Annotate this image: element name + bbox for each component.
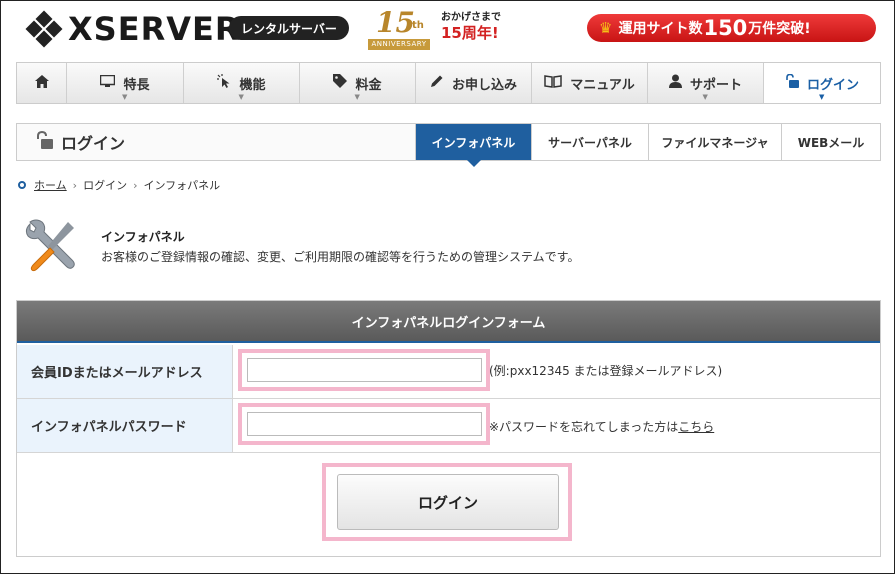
xserver-logo[interactable]: XSERVER <box>25 10 241 48</box>
chevron-down-icon: ▼ <box>819 93 825 101</box>
id-field-highlight <box>238 349 490 391</box>
login-button[interactable]: ログイン <box>337 474 559 530</box>
login-form: インフォパネルログインフォーム 会員IDまたはメールアドレス (例:pxx123… <box>16 300 881 557</box>
breadcrumb-dot-icon <box>18 181 26 189</box>
tag-icon <box>333 74 348 92</box>
forgot-password-text: ※パスワードを忘れてしまった方は <box>489 420 679 434</box>
logo-mark-icon <box>25 10 63 48</box>
login-subnav: ログイン インフォパネル サーバーパネル ファイルマネージャ WEBメール <box>16 123 881 167</box>
form-heading: インフォパネルログインフォーム <box>17 301 880 343</box>
nav-label: 特長 <box>123 77 150 93</box>
anniversary-badge: 15 th ANNIVERSARY <box>366 6 432 52</box>
form-row-id: 会員IDまたはメールアドレス (例:pxx12345 または登録メールアドレス) <box>17 345 880 399</box>
click-icon <box>217 74 231 92</box>
chevron-down-icon: ▼ <box>702 93 708 101</box>
nav-item-functions[interactable]: 機能 ▼ <box>184 63 300 103</box>
chevron-down-icon: ▼ <box>122 93 128 101</box>
forgot-password-note: ※パスワードを忘れてしまった方はこちら <box>489 418 714 435</box>
tab-file-manager[interactable]: ファイルマネージャ <box>648 124 781 160</box>
breadcrumb-home-link[interactable]: ホーム <box>34 177 67 193</box>
pencil-icon <box>430 74 444 92</box>
nav-label: 機能 <box>239 77 266 93</box>
rental-server-badge: レンタルサーバー <box>229 16 349 40</box>
subnav-tabs: インフォパネル サーバーパネル ファイルマネージャ WEBメール <box>415 124 880 167</box>
login-button-highlight: ログイン <box>322 463 572 541</box>
breadcrumb: ホーム › ログイン › インフォパネル <box>18 177 220 193</box>
user-icon <box>668 74 682 92</box>
padlock-icon <box>35 130 53 154</box>
thanks-message: おかげさまで 15周年! <box>441 11 505 42</box>
nav-item-apply[interactable]: お申し込み <box>416 63 532 103</box>
chevron-down-icon: ▼ <box>354 93 360 101</box>
nav-item-login[interactable]: ログイン ▼ <box>764 63 880 103</box>
nav-label: 料金 <box>355 77 382 93</box>
nav-item-features[interactable]: 特長 ▼ <box>67 63 184 103</box>
promo-banner[interactable]: ♛ 運用サイト数 150 万件突破! <box>587 14 876 42</box>
promo-prefix: 運用サイト数 <box>618 21 703 37</box>
promo-number: 150 <box>703 16 748 40</box>
member-id-input[interactable] <box>247 358 482 382</box>
nav-item-home[interactable] <box>17 63 67 103</box>
nav-label: マニュアル <box>570 77 635 93</box>
thanks-big-text: 15周年! <box>441 24 499 42</box>
nav-item-support[interactable]: サポート ▼ <box>648 63 764 103</box>
logo-text: XSERVER <box>68 10 241 48</box>
promo-suffix: 万件突破! <box>748 21 811 37</box>
site-header: XSERVER レンタルサーバー 15 th ANNIVERSARY おかげさま… <box>0 0 893 58</box>
intro-description: お客様のご登録情報の確認、変更、ご利用期限の確認等を行うための管理システムです。 <box>101 250 580 264</box>
nav-item-manual[interactable]: マニュアル <box>532 63 648 103</box>
breadcrumb-login: ログイン <box>83 179 128 192</box>
tools-icon <box>22 218 78 274</box>
subnav-title: ログイン <box>35 124 125 160</box>
thanks-small-text: おかげさまで <box>441 12 501 23</box>
chevron-right-icon: › <box>133 178 138 192</box>
home-icon <box>34 74 49 92</box>
tab-webmail[interactable]: WEBメール <box>781 124 880 160</box>
chevron-down-icon: ▼ <box>238 93 244 101</box>
subnav-title-text: ログイン <box>61 134 126 153</box>
anniversary-number: 15 <box>376 6 415 39</box>
monitor-icon <box>100 74 116 92</box>
id-example-note: (例:pxx12345 または登録メールアドレス) <box>489 364 723 378</box>
nav-label: ログイン <box>806 77 859 93</box>
crown-icon: ♛ <box>599 19 613 37</box>
unlock-icon <box>785 73 799 92</box>
book-icon <box>544 74 562 92</box>
tab-server-panel[interactable]: サーバーパネル <box>531 124 648 160</box>
breadcrumb-current: インフォパネル <box>143 179 221 192</box>
nav-label: サポート <box>689 77 742 93</box>
intro-title: インフォパネル <box>101 230 185 244</box>
password-input[interactable] <box>247 412 482 436</box>
chevron-right-icon: › <box>72 178 78 192</box>
form-row-password: インフォパネルパスワード ※パスワードを忘れてしまった方はこちら <box>17 399 880 453</box>
nav-label: お申し込み <box>451 77 517 93</box>
anniversary-ribbon: ANNIVERSARY <box>368 39 430 50</box>
password-field-highlight <box>238 403 490 445</box>
password-label: インフォパネルパスワード <box>17 399 233 452</box>
tab-info-panel[interactable]: インフォパネル <box>415 124 531 167</box>
forgot-password-link[interactable]: こちら <box>678 420 714 434</box>
anniversary-suffix: th <box>412 20 424 31</box>
id-label: 会員IDまたはメールアドレス <box>17 345 233 398</box>
main-nav: 特長 ▼ 機能 ▼ 料金 ▼ お申し込み マニュアル サポート ▼ ログイン ▼ <box>16 62 881 104</box>
nav-item-pricing[interactable]: 料金 ▼ <box>300 63 416 103</box>
